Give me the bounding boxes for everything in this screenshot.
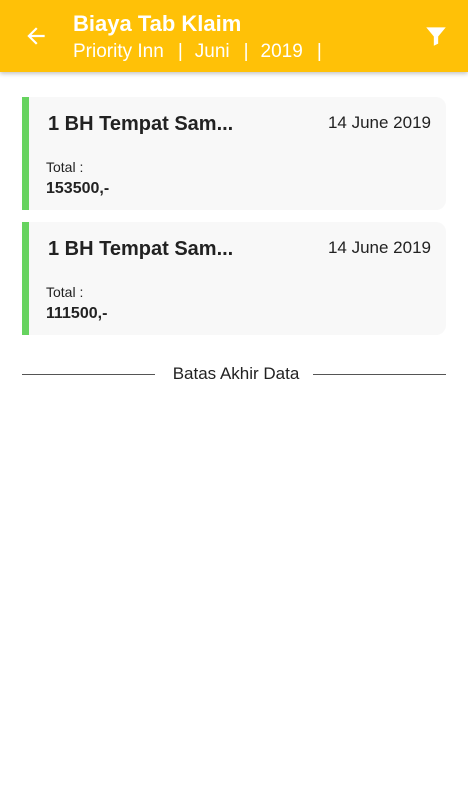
subtitle-year: 2019 [260,41,303,62]
end-of-data-marker: Batas Akhir Data [22,364,446,384]
end-of-data-label: Batas Akhir Data [172,364,300,383]
claim-item-name: 1 BH Tempat Sam... [48,113,234,135]
divider-line [22,373,155,375]
claim-date: 14 June 2019 [327,238,431,257]
claim-card[interactable]: 1 BH Tempat Sam... 14 June 2019 Total : … [22,97,446,210]
divider-line [313,373,446,375]
page-subtitle: Priority Inn | Juni | 2019 | [73,40,334,64]
claim-total-value: 111500,- [46,305,108,322]
subtitle-separator: | [177,41,183,62]
claim-card[interactable]: 1 BH Tempat Sam... 14 June 2019 Total : … [22,222,446,335]
claim-date: 14 June 2019 [327,113,431,132]
filter-funnel-icon [426,27,446,46]
filter-button[interactable] [418,18,454,54]
subtitle-month: Juni [194,41,230,62]
back-button[interactable] [16,16,56,56]
page-title: Biaya Tab Klaim [73,11,242,36]
claim-total-value: 153500,- [46,180,110,197]
subtitle-hotel: Priority Inn [73,41,164,62]
claim-item-name: 1 BH Tempat Sam... [48,238,234,260]
claim-total-label: Total : [46,159,84,175]
subtitle-separator: | [243,41,249,62]
arrow-left-icon [27,27,45,45]
app-bar: Biaya Tab Klaim Priority Inn | Juni | 2019 | [0,0,468,72]
subtitle-separator: | [316,41,322,62]
claim-list: 1 BH Tempat Sam... 14 June 2019 Total : … [22,97,446,347]
claim-total-label: Total : [46,284,84,300]
